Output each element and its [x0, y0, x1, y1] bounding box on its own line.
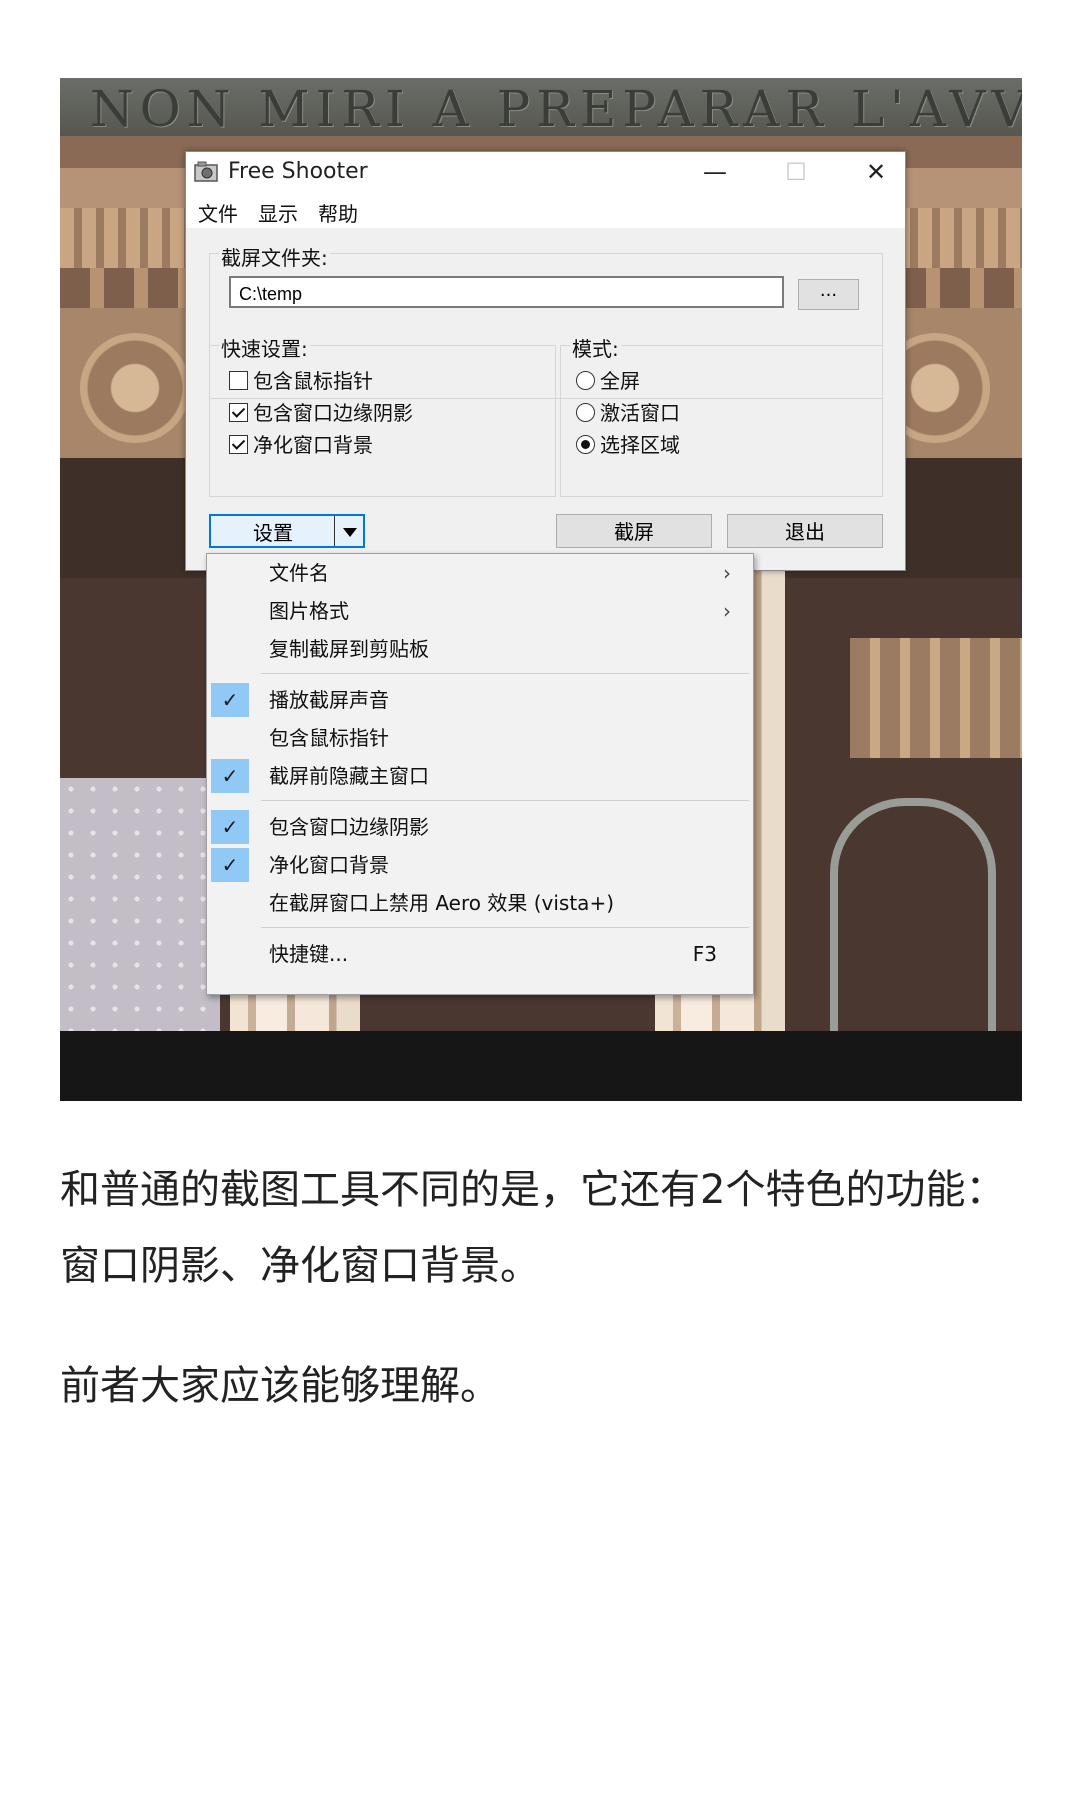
triangle-down-icon: [343, 528, 357, 537]
checkbox-window-shadow[interactable]: 包含窗口边缘阴影: [229, 397, 413, 426]
browse-button[interactable]: ...: [798, 279, 859, 310]
settings-dropdown-toggle[interactable]: [334, 516, 363, 546]
checkbox-box[interactable]: [229, 435, 248, 454]
settings-dropdown-menu: 文件名 › 图片格式 › 复制截屏到剪贴板 ✓ 播放截屏声音 包含鼠标指针 ✓ …: [206, 553, 754, 995]
menu-item-include-cursor[interactable]: 包含鼠标指针: [207, 719, 753, 757]
settings-button[interactable]: 设置: [209, 514, 365, 548]
menu-help[interactable]: 帮助: [318, 198, 358, 227]
shortcut-label: F3: [692, 942, 717, 966]
menu-item-window-shadow[interactable]: ✓ 包含窗口边缘阴影: [207, 808, 753, 846]
bottom-dark-strip: [60, 1031, 1022, 1101]
menu-file[interactable]: 文件: [198, 198, 238, 227]
maximize-button[interactable]: ☐: [766, 152, 826, 192]
menu-item-hide-main-window[interactable]: ✓ 截屏前隐藏主窗口: [207, 757, 753, 795]
stone-frieze: NON MIRI A PREPARAR L'AVVEN: [60, 78, 1022, 138]
menu-separator: [261, 927, 749, 928]
rosette-ornament: [80, 333, 190, 443]
check-icon: ✓: [211, 683, 249, 717]
window-title: Free Shooter: [228, 159, 368, 184]
mode-label: 模式:: [570, 333, 621, 362]
quick-settings-label: 快速设置:: [219, 333, 310, 362]
camera-icon: [194, 161, 218, 182]
free-shooter-window: Free Shooter — ☐ ✕ 文件 显示 帮助 截屏文件夹: C:\te…: [185, 151, 906, 571]
folder-group-label: 截屏文件夹:: [219, 242, 330, 271]
check-icon: ✓: [211, 759, 249, 793]
menu-bar: 文件 显示 帮助: [186, 192, 905, 228]
radio-fullscreen[interactable]: 全屏: [576, 365, 640, 394]
radio-select-region[interactable]: 选择区域: [576, 429, 680, 458]
screenshot-image: NON MIRI A PREPARAR L'AVVEN Free Shooter…: [60, 78, 1022, 1101]
close-button[interactable]: ✕: [846, 152, 906, 192]
menu-item-image-format[interactable]: 图片格式 ›: [207, 592, 753, 630]
greek-key-ornament: [850, 638, 1022, 758]
checkbox-clean-background[interactable]: 净化窗口背景: [229, 429, 373, 458]
title-bar[interactable]: Free Shooter — ☐ ✕: [186, 152, 905, 192]
capture-button[interactable]: 截屏: [556, 514, 712, 548]
menu-separator: [261, 673, 749, 674]
menu-item-hotkeys[interactable]: 快捷键... F3: [207, 935, 753, 973]
checkbox-box[interactable]: [229, 403, 248, 422]
menu-item-filename[interactable]: 文件名 ›: [207, 554, 753, 592]
menu-separator: [261, 800, 749, 801]
menu-item-copy-to-clipboard[interactable]: 复制截屏到剪贴板: [207, 630, 753, 668]
article-paragraph: 前者大家应该能够理解。: [60, 1363, 500, 1409]
article-paragraph: 和普通的截图工具不同的是，它还有2个特色的功能：窗口阴影、净化窗口背景。: [60, 1167, 1006, 1289]
checkbox-include-cursor[interactable]: 包含鼠标指针: [229, 365, 373, 394]
frieze-inscription: NON MIRI A PREPARAR L'AVVEN: [90, 80, 1022, 138]
menu-item-clean-background[interactable]: ✓ 净化窗口背景: [207, 846, 753, 884]
exit-button[interactable]: 退出: [727, 514, 883, 548]
radio-active-window[interactable]: 激活窗口: [576, 397, 680, 426]
checkbox-box[interactable]: [229, 371, 248, 390]
menu-item-play-sound[interactable]: ✓ 播放截屏声音: [207, 681, 753, 719]
menu-item-disable-aero[interactable]: 在截屏窗口上禁用 Aero 效果 (vista+): [207, 884, 753, 922]
minimize-button[interactable]: —: [685, 152, 745, 192]
check-icon: ✓: [211, 810, 249, 844]
chevron-right-icon: ›: [723, 561, 731, 585]
check-icon: ✓: [211, 848, 249, 882]
menu-view[interactable]: 显示: [258, 198, 298, 227]
folder-path-input[interactable]: C:\temp: [229, 276, 784, 308]
chevron-right-icon: ›: [723, 599, 731, 623]
